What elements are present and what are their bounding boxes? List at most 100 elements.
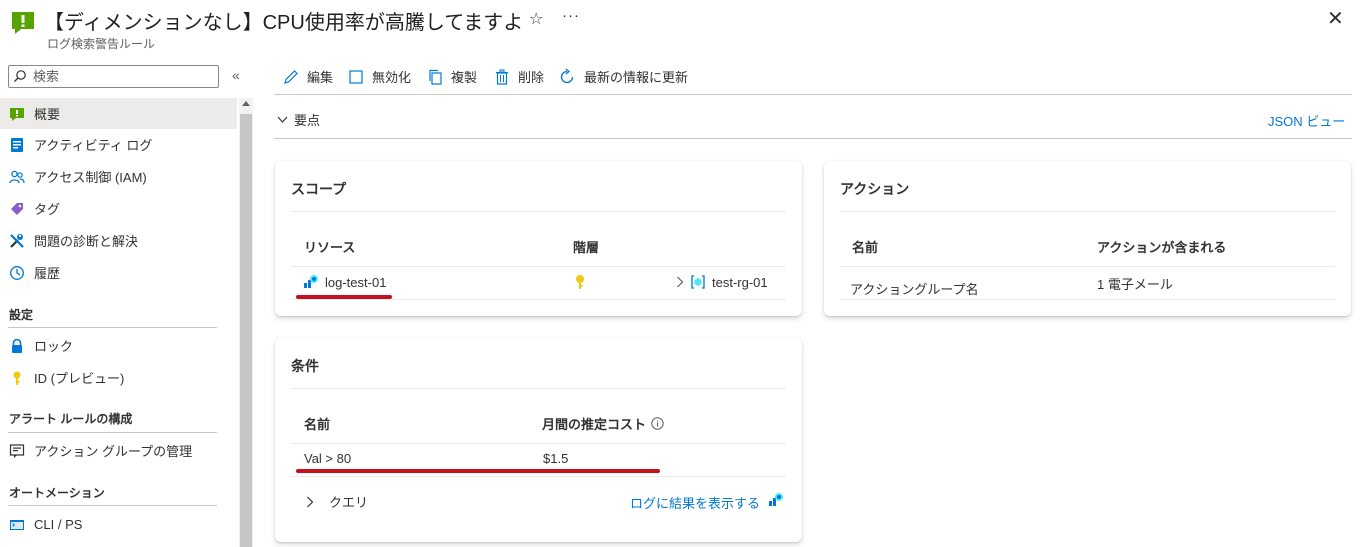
section-title-automation: オートメーション (9, 486, 105, 500)
scope-card: スコープ リソース 階層 log-test-01 test-rg-01 (275, 161, 802, 316)
resource-link[interactable]: log-test-01 (303, 274, 386, 290)
divider (291, 211, 786, 212)
people-icon (9, 169, 25, 185)
action-card-title: アクション (840, 181, 910, 197)
tag-icon (9, 201, 25, 217)
divider (291, 443, 786, 444)
delete-button[interactable]: 削除 (494, 67, 544, 86)
scroll-up-icon[interactable] (242, 101, 250, 106)
sidebar-item-activity-log[interactable]: アクティビティ ログ (0, 129, 237, 160)
sidebar-scrollbar[interactable] (239, 98, 253, 547)
info-icon[interactable] (651, 417, 664, 430)
resource-group-link[interactable]: test-rg-01 (676, 274, 768, 290)
page-header: 【ディメンションなし】CPU使用率が高騰してますよ ☆ ··· ログ検索警告ルー… (0, 0, 1363, 56)
section-title-settings: 設定 (9, 308, 34, 322)
sidebar: « 概要 アクティビティ ログ アクセス制御 (IAM) タグ 問題の診断と解決 (0, 58, 253, 547)
sidebar-item-history[interactable]: 履歴 (0, 257, 237, 288)
wrench-icon (9, 233, 25, 249)
sidebar-item-action-groups[interactable]: アクション グループの管理 (0, 435, 237, 466)
divider (291, 266, 786, 267)
action-group-icon (9, 443, 25, 459)
trash-icon (496, 69, 508, 85)
log-analytics-icon (769, 492, 784, 506)
sidebar-item-locks[interactable]: ロック (0, 330, 237, 361)
divider (840, 299, 1335, 300)
toolbar-divider (274, 94, 1352, 95)
scrollbar-thumb[interactable] (240, 114, 252, 547)
sidebar-item-label: タグ (34, 202, 61, 217)
resource-group-name: test-rg-01 (712, 274, 768, 290)
highlight-underline (296, 469, 660, 473)
divider (8, 327, 217, 328)
sidebar-item-label: 履歴 (34, 266, 61, 281)
refresh-button[interactable]: 最新の情報に更新 (558, 67, 688, 86)
resource-group-icon (691, 275, 705, 289)
edit-button[interactable]: 編集 (283, 67, 333, 86)
collapse-sidebar-icon[interactable]: « (232, 67, 240, 83)
divider (291, 388, 786, 389)
column-header-name: 名前 (852, 240, 879, 255)
divider (291, 476, 786, 477)
action-card: アクション 名前 アクションが含まれる アクショングループ名 1 電子メール (824, 161, 1351, 316)
divider (840, 211, 1335, 212)
checkbox-icon (349, 69, 363, 84)
sidebar-item-label: アクション グループの管理 (34, 444, 193, 459)
json-view-link[interactable]: JSON ビュー (1268, 111, 1345, 130)
monthly-cost-value: $1.5 (543, 451, 569, 466)
divider (291, 299, 786, 300)
sidebar-item-label: アクセス制御 (IAM) (34, 170, 147, 185)
subscription-key[interactable] (573, 274, 587, 290)
column-header-actions-included: アクションが含まれる (1097, 240, 1227, 255)
action-group-name: アクショングループ名 (850, 282, 979, 297)
essentials-toggle[interactable]: 要点 (277, 110, 320, 129)
alert-rule-icon (9, 106, 25, 122)
sidebar-item-label: ロック (34, 339, 74, 354)
sidebar-item-diagnose[interactable]: 問題の診断と解決 (0, 225, 237, 256)
divider (8, 432, 217, 433)
chevron-right-icon (307, 496, 314, 507)
divider (8, 505, 217, 506)
sidebar-search[interactable] (8, 65, 219, 88)
monthly-cost-label: 月間の推定コスト (542, 417, 647, 432)
pencil-icon (284, 69, 298, 84)
key-icon (576, 275, 584, 289)
column-header-name: 名前 (304, 417, 331, 432)
condition-card-title: 条件 (291, 358, 319, 374)
resource-name: log-test-01 (325, 274, 387, 290)
refresh-label: 最新の情報に更新 (584, 70, 689, 85)
column-header-hierarchy: 階層 (573, 240, 600, 255)
log-analytics-icon (304, 275, 318, 288)
key-icon (9, 370, 25, 386)
search-input[interactable] (33, 67, 213, 86)
condition-card: 条件 名前 月間の推定コスト Val > 80 $1.5 クエリ ログに結果を表… (275, 338, 802, 542)
essentials-divider (274, 138, 1352, 139)
sidebar-item-overview[interactable]: 概要 (0, 98, 237, 129)
view-logs-label: ログに結果を表示する (630, 496, 761, 511)
page-subtitle: ログ検索警告ルール (47, 37, 156, 51)
disable-label: 無効化 (372, 70, 412, 85)
duplicate-button[interactable]: 複製 (427, 67, 477, 86)
delete-label: 削除 (518, 70, 545, 85)
query-expander[interactable]: クエリ (306, 492, 368, 511)
more-icon[interactable]: ··· (562, 7, 580, 24)
condition-name: Val > 80 (304, 451, 352, 466)
cli-icon (9, 517, 25, 533)
chevron-down-icon (277, 116, 288, 123)
sidebar-item-identity[interactable]: ID (プレビュー) (0, 362, 237, 393)
clock-icon (9, 265, 25, 281)
sidebar-item-label: ID (プレビュー) (34, 371, 125, 386)
search-icon (14, 70, 26, 82)
sidebar-item-label: CLI / PS (34, 517, 83, 532)
scope-card-title: スコープ (291, 181, 347, 197)
sidebar-item-tags[interactable]: タグ (0, 193, 237, 224)
lock-icon (9, 338, 25, 354)
disable-button[interactable]: 無効化 (348, 67, 411, 86)
sidebar-item-iam[interactable]: アクセス制御 (IAM) (0, 161, 237, 192)
star-icon[interactable]: ☆ (529, 9, 543, 29)
sidebar-item-cli[interactable]: CLI / PS (0, 509, 237, 540)
view-logs-link[interactable]: ログに結果を表示する (630, 492, 784, 512)
actions-included-value: 1 電子メール (1097, 277, 1173, 292)
close-icon[interactable]: ✕ (1327, 6, 1344, 31)
query-label: クエリ (329, 495, 369, 510)
column-header-resource: リソース (304, 240, 356, 255)
